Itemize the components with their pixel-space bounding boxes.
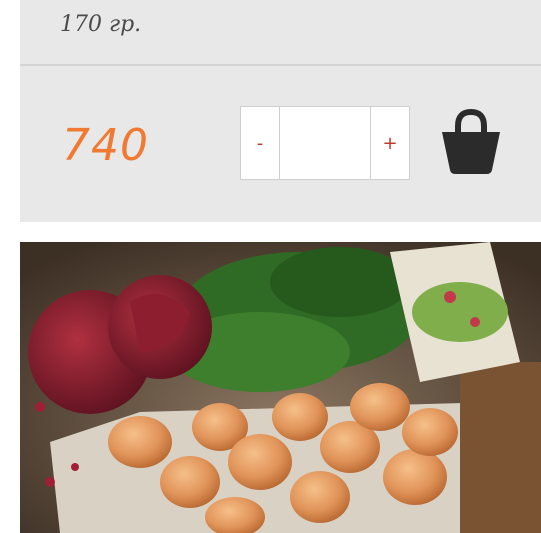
- quantity-input[interactable]: [280, 107, 370, 179]
- decrease-quantity-button[interactable]: -: [241, 107, 280, 179]
- increase-quantity-button[interactable]: +: [370, 107, 409, 179]
- product-price: 740: [62, 120, 149, 171]
- product-weight: 170 гр.: [60, 12, 142, 37]
- product-card-info: 170 гр. 740 - +: [20, 0, 541, 222]
- product-photo: [20, 242, 541, 533]
- shopping-basket-icon: [442, 108, 500, 174]
- shashlik-image: [20, 242, 541, 533]
- quantity-stepper: - +: [240, 106, 410, 180]
- add-to-cart-button[interactable]: [438, 104, 504, 178]
- divider: [20, 64, 541, 66]
